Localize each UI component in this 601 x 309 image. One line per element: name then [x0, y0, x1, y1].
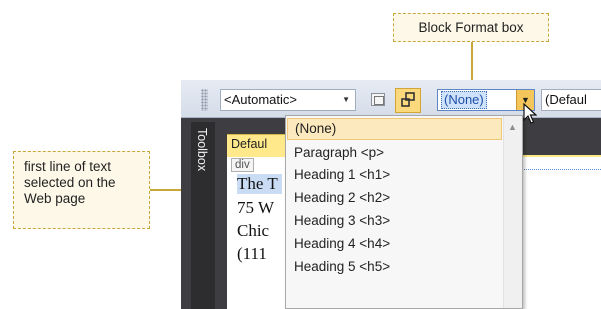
document-tab-label: Defaul — [231, 137, 268, 151]
callout-first-line-text-2: selected on the — [24, 175, 116, 190]
font-combo-value: (Defaul — [545, 92, 587, 107]
dropdown-scrollbar[interactable]: ▲ — [503, 116, 522, 308]
scroll-up-icon[interactable]: ▲ — [508, 122, 517, 132]
document-line[interactable]: (111 — [237, 244, 267, 264]
block-format-value: (None) — [441, 91, 487, 109]
font-combo[interactable]: (Defaul — [541, 89, 601, 111]
document-line[interactable]: 75 W — [237, 198, 274, 218]
chevron-down-icon[interactable]: ▼ — [342, 90, 350, 110]
position-icon — [401, 92, 415, 107]
format-option-heading-4[interactable]: Heading 4 <h4> — [287, 233, 502, 255]
position-button[interactable] — [395, 88, 421, 113]
block-format-list: (None) Paragraph <p> Heading 1 <h1> Head… — [285, 115, 523, 309]
callout-first-line-text-3: Web page — [24, 191, 86, 206]
format-option-heading-1[interactable]: Heading 1 <h1> — [287, 164, 502, 186]
callout-first-line: first line of text selected on the Web p… — [13, 151, 150, 229]
toolbox-label: Toolbox — [195, 128, 209, 172]
block-format-combo[interactable]: (None) ▼ — [437, 89, 535, 111]
toolbar-grip-handle[interactable] — [201, 89, 208, 111]
callout-block-format: Block Format box — [393, 13, 549, 42]
mouse-pointer-icon — [523, 103, 537, 124]
document-line-selected[interactable]: The T — [237, 174, 282, 194]
style-combo-value: <Automatic> — [224, 92, 297, 107]
editor-window: <Automatic> ▼ (None) ▼ (Defaul Toolbox D… — [181, 80, 601, 309]
toolbox-tab[interactable]: Toolbox — [191, 122, 215, 309]
show-display-button[interactable] — [371, 93, 385, 106]
format-option-heading-5[interactable]: Heading 5 <h5> — [287, 256, 502, 278]
format-option-none[interactable]: (None) — [287, 118, 502, 140]
format-option-heading-3[interactable]: Heading 3 <h3> — [287, 210, 502, 232]
style-combo[interactable]: <Automatic> ▼ — [220, 89, 356, 111]
document-line[interactable]: Chic — [237, 221, 269, 241]
callout-block-format-text: Block Format box — [418, 20, 524, 35]
callout-first-line-text-1: first line of text — [24, 159, 112, 174]
div-tag-label[interactable]: div — [231, 158, 254, 172]
format-option-paragraph[interactable]: Paragraph <p> — [287, 142, 502, 164]
formatting-toolbar: <Automatic> ▼ (None) ▼ (Defaul — [181, 80, 601, 118]
format-option-heading-2[interactable]: Heading 2 <h2> — [287, 187, 502, 209]
